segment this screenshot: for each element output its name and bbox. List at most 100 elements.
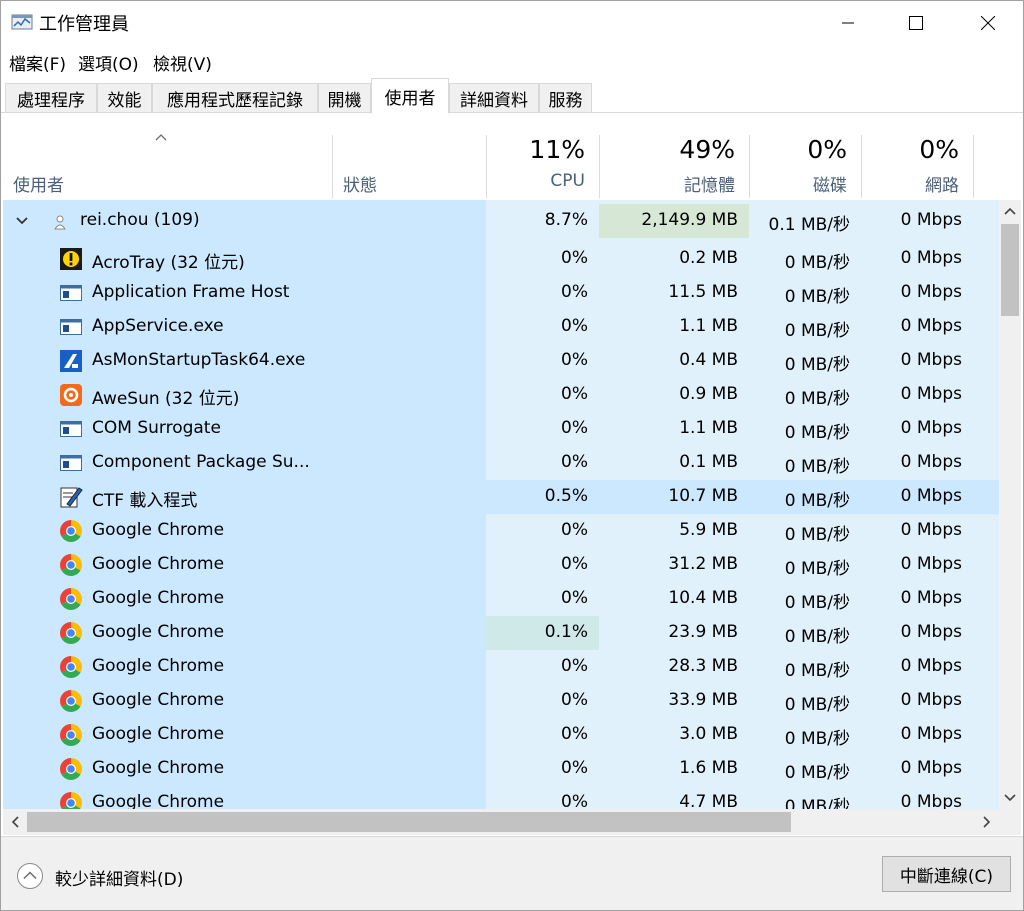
cpu-cell: 0% xyxy=(561,656,588,676)
memory-cell: 31.2 MB xyxy=(668,554,738,574)
memory-cell: 11.5 MB xyxy=(668,282,738,302)
process-name: Google Chrome xyxy=(92,520,225,540)
tab-details[interactable]: 詳細資料 xyxy=(449,83,539,113)
vertical-scroll-thumb[interactable] xyxy=(1001,224,1019,316)
process-row[interactable]: Google Chrome 0% 10.4 MB 0 MB/秒 0 Mbps xyxy=(3,582,999,616)
scroll-up-button[interactable] xyxy=(999,200,1021,222)
process-row[interactable]: AsMonStartupTask64.exe 0% 0.4 MB 0 MB/秒 … xyxy=(3,344,999,378)
process-name: Google Chrome xyxy=(92,554,225,574)
process-row[interactable]: Component Package Su... 0% 0.1 MB 0 MB/秒… xyxy=(3,446,999,480)
cpu-cell: 0% xyxy=(561,554,588,574)
maximize-button[interactable] xyxy=(893,1,939,45)
column-status[interactable]: 狀態 xyxy=(333,135,486,198)
disk-cell: 0 MB/秒 xyxy=(784,423,850,443)
column-cpu-label: CPU xyxy=(550,171,585,191)
chrome-icon xyxy=(60,588,82,610)
fewer-details-link[interactable]: 較少詳細資料(D) xyxy=(55,865,183,890)
column-network[interactable]: 0% 網路 xyxy=(862,135,973,198)
column-divider[interactable] xyxy=(973,135,974,198)
menu-bar: 檔案(F) 選項(O) 檢視(V) xyxy=(1,45,1023,75)
scroll-right-button[interactable] xyxy=(975,809,999,835)
awesun-icon xyxy=(60,384,82,406)
chrome-icon xyxy=(60,554,82,576)
tab-startup[interactable]: 開機 xyxy=(318,83,371,113)
cpu-cell: 0% xyxy=(561,282,588,302)
memory-cell: 33.9 MB xyxy=(668,690,738,710)
tab-performance[interactable]: 效能 xyxy=(97,83,152,113)
process-row[interactable]: Google Chrome 0.1% 23.9 MB 0 MB/秒 0 Mbps xyxy=(3,616,999,650)
column-header: 使用者 狀態 11% CPU 49% 記憶體 0% 磁碟 0% 網路 xyxy=(3,114,1021,200)
process-row[interactable]: Google Chrome 0% 31.2 MB 0 MB/秒 0 Mbps xyxy=(3,548,999,582)
process-name: Google Chrome xyxy=(92,622,225,642)
tab-app-history[interactable]: 應用程式歷程記錄 xyxy=(152,83,318,113)
process-row[interactable]: CTF 載入程式 0.5% 10.7 MB 0 MB/秒 0 Mbps xyxy=(3,480,999,514)
window-app-icon xyxy=(60,285,82,301)
memory-cell: 1.1 MB xyxy=(679,418,738,438)
process-row[interactable]: Google Chrome 0% 28.3 MB 0 MB/秒 0 Mbps xyxy=(3,650,999,684)
fewer-details-icon[interactable] xyxy=(16,862,44,890)
minimize-button[interactable] xyxy=(825,1,871,45)
tab-users[interactable]: 使用者 xyxy=(371,78,449,114)
network-cell: 0 Mbps xyxy=(900,418,962,438)
disk-cell: 0 MB/秒 xyxy=(784,593,850,613)
chrome-icon xyxy=(60,690,82,712)
menu-view[interactable]: 檢視(V) xyxy=(153,50,212,75)
chrome-icon xyxy=(60,758,82,780)
disk-cell: 0 MB/秒 xyxy=(784,797,850,809)
process-name: AppService.exe xyxy=(92,316,224,336)
acrotray-icon xyxy=(60,248,82,270)
process-row[interactable]: Application Frame Host 0% 11.5 MB 0 MB/秒… xyxy=(3,276,999,310)
memory-cell: 4.7 MB xyxy=(679,792,738,809)
process-name: AweSun (32 位元) xyxy=(92,389,240,409)
memory-cell: 10.4 MB xyxy=(668,588,738,608)
tab-processes[interactable]: 處理程序 xyxy=(5,83,97,113)
process-row[interactable]: AcroTray (32 位元) 0% 0.2 MB 0 MB/秒 0 Mbps xyxy=(3,242,999,276)
network-cell: 0 Mbps xyxy=(900,792,962,809)
task-manager-window: 工作管理員 檔案(F) 選項(O) 檢視(V) 處理程序 效能 應用程式歷程記錄… xyxy=(0,0,1024,911)
network-cell: 0 Mbps xyxy=(900,210,962,230)
chevron-up-icon xyxy=(1004,207,1016,215)
tab-services[interactable]: 服務 xyxy=(539,83,592,113)
chrome-icon xyxy=(60,792,82,809)
network-cell: 0 Mbps xyxy=(900,248,962,268)
process-row[interactable]: AppService.exe 0% 1.1 MB 0 MB/秒 0 Mbps xyxy=(3,310,999,344)
cpu-cell: 0% xyxy=(561,248,588,268)
process-row[interactable]: Google Chrome 0% 4.7 MB 0 MB/秒 0 Mbps xyxy=(3,786,999,809)
memory-cell: 0.1 MB xyxy=(679,452,738,472)
process-row[interactable]: Google Chrome 0% 5.9 MB 0 MB/秒 0 Mbps xyxy=(3,514,999,548)
scroll-down-button[interactable] xyxy=(999,787,1021,809)
network-cell: 0 Mbps xyxy=(900,520,962,540)
chevron-down-icon xyxy=(1004,794,1016,802)
close-button[interactable] xyxy=(965,1,1011,45)
network-cell: 0 Mbps xyxy=(900,316,962,336)
column-user[interactable]: 使用者 xyxy=(3,135,332,198)
disconnect-button[interactable]: 中斷連線(C) xyxy=(882,856,1011,892)
cpu-cell: 0% xyxy=(561,690,588,710)
column-cpu[interactable]: 11% CPU xyxy=(487,135,599,198)
memory-cell: 2,149.9 MB xyxy=(641,210,738,230)
menu-options[interactable]: 選項(O) xyxy=(78,50,139,75)
vertical-scrollbar[interactable] xyxy=(999,200,1021,809)
menu-file[interactable]: 檔案(F) xyxy=(9,50,66,75)
disk-cell: 0 MB/秒 xyxy=(784,559,850,579)
user-row[interactable]: rei.chou (109) 8.7% 2,149.9 MB 0.1 MB/秒 … xyxy=(3,204,999,238)
process-row[interactable]: AweSun (32 位元) 0% 0.9 MB 0 MB/秒 0 Mbps xyxy=(3,378,999,412)
process-row[interactable]: COM Surrogate 0% 1.1 MB 0 MB/秒 0 Mbps xyxy=(3,412,999,446)
memory-cell: 0.2 MB xyxy=(679,248,738,268)
column-memory[interactable]: 49% 記憶體 xyxy=(600,135,749,198)
process-name: Google Chrome xyxy=(92,758,225,778)
collapse-chevron-icon[interactable] xyxy=(15,215,29,227)
process-row[interactable]: Google Chrome 0% 1.6 MB 0 MB/秒 0 Mbps xyxy=(3,752,999,786)
horizontal-scrollbar[interactable] xyxy=(3,809,999,835)
window-app-icon xyxy=(60,421,82,437)
scroll-left-button[interactable] xyxy=(3,809,27,835)
network-cell: 0 Mbps xyxy=(900,452,962,472)
process-name: Google Chrome xyxy=(92,656,225,676)
memory-cell: 28.3 MB xyxy=(668,656,738,676)
network-cell: 0 Mbps xyxy=(900,758,962,778)
horizontal-scroll-thumb[interactable] xyxy=(27,812,791,832)
process-name: Google Chrome xyxy=(92,724,225,744)
column-disk[interactable]: 0% 磁碟 xyxy=(750,135,861,198)
process-row[interactable]: Google Chrome 0% 3.0 MB 0 MB/秒 0 Mbps xyxy=(3,718,999,752)
process-row[interactable]: Google Chrome 0% 33.9 MB 0 MB/秒 0 Mbps xyxy=(3,684,999,718)
